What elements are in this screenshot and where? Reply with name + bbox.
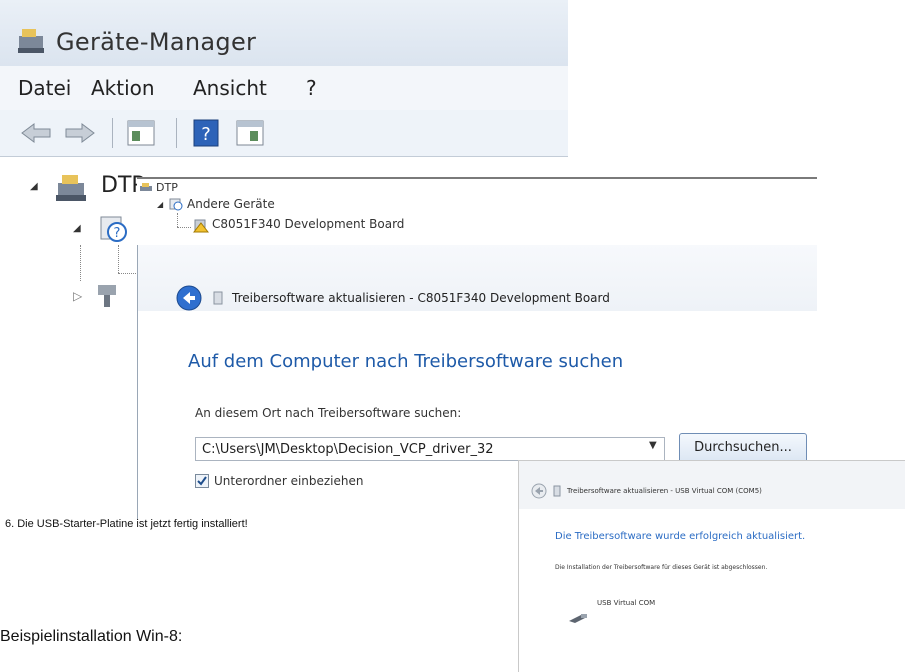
- dialog-title: Treibersoftware aktualisieren - C8051F34…: [232, 291, 610, 305]
- tree-group-label[interactable]: Andere Geräte: [187, 197, 275, 211]
- menu-aktion[interactable]: Aktion: [91, 76, 155, 100]
- device-small-icon: [553, 485, 561, 497]
- tree-line: [118, 245, 119, 273]
- browse-button[interactable]: Durchsuchen...: [679, 433, 807, 463]
- device-manager-icon: [18, 29, 44, 53]
- toolbar-separator: [112, 118, 113, 148]
- svg-text:?: ?: [201, 124, 211, 145]
- usb-device-name: USB Virtual COM: [597, 599, 656, 607]
- svg-text:?: ?: [114, 226, 121, 241]
- menu-help[interactable]: ?: [306, 76, 317, 100]
- device-tree-detail: DTP ◢ Andere Geräte C8051F340 Developmen…: [137, 179, 817, 249]
- success-dialog-title: Treibersoftware aktualisieren - USB Virt…: [567, 487, 762, 495]
- tree-device-label[interactable]: C8051F340 Development Board: [212, 217, 404, 231]
- forward-arrow-icon[interactable]: [64, 122, 96, 144]
- port-device-icon: [98, 285, 116, 307]
- back-circle-icon[interactable]: [176, 285, 202, 311]
- success-heading: Die Treibersoftware wurde erfolgreich ak…: [555, 531, 806, 542]
- toolbar-separator: [176, 118, 177, 148]
- back-circle-icon[interactable]: [531, 483, 547, 499]
- collapse-triangle-icon[interactable]: ◢: [30, 181, 38, 192]
- menu-bar: Datei Aktion Ansicht ?: [0, 66, 568, 111]
- tree-line: [80, 245, 81, 281]
- menu-ansicht[interactable]: Ansicht: [193, 76, 267, 100]
- update-driver-icon[interactable]: [236, 120, 264, 146]
- success-dialog: Treibersoftware aktualisieren - USB Virt…: [518, 460, 905, 672]
- win8-caption: Beispielinstallation Win-8:: [0, 628, 183, 645]
- dialog-header: Treibersoftware aktualisieren - C8051F34…: [138, 245, 817, 311]
- computer-icon: [56, 175, 86, 201]
- window-title: Geräte-Manager: [56, 28, 257, 56]
- dialog-heading: Auf dem Computer nach Treibersoftware su…: [188, 351, 624, 372]
- toolbar: ?: [0, 110, 568, 157]
- search-location-label: An diesem Ort nach Treibersoftware suche…: [195, 406, 462, 420]
- tree-root-label[interactable]: DTP: [156, 181, 178, 194]
- checkmark-icon: [197, 476, 207, 486]
- success-dialog-header: Treibersoftware aktualisieren - USB Virt…: [519, 461, 905, 509]
- menu-datei[interactable]: Datei: [18, 76, 71, 100]
- subfolder-checkbox[interactable]: [195, 474, 209, 488]
- tree-line: [177, 227, 191, 228]
- driver-path-input[interactable]: C:\Users\JM\Desktop\Decision_VCP_driver_…: [195, 437, 665, 461]
- usb-plug-icon: [569, 614, 587, 623]
- device-small-icon: [213, 291, 223, 305]
- dropdown-arrow-icon[interactable]: ▼: [649, 440, 657, 451]
- properties-icon[interactable]: [127, 120, 155, 146]
- tree-line: [177, 213, 178, 227]
- subfolder-label[interactable]: Unterordner einbeziehen: [214, 474, 364, 488]
- collapse-triangle-icon[interactable]: ◢: [73, 223, 81, 234]
- expand-triangle-icon[interactable]: ▷: [73, 289, 82, 303]
- unknown-device-icon: ?: [100, 216, 127, 242]
- unknown-device-icon: [169, 198, 183, 211]
- help-icon[interactable]: ?: [193, 119, 219, 147]
- collapse-triangle-icon[interactable]: ◢: [157, 200, 163, 209]
- computer-icon: [140, 183, 152, 191]
- success-message: Die Installation der Treibersoftware für…: [555, 564, 768, 571]
- warning-device-icon: [193, 219, 209, 233]
- title-bar: Geräte-Manager: [0, 0, 568, 66]
- back-arrow-icon[interactable]: [20, 122, 52, 144]
- step6-caption: 6. Die USB-Starter-Platine ist jetzt fer…: [5, 518, 248, 530]
